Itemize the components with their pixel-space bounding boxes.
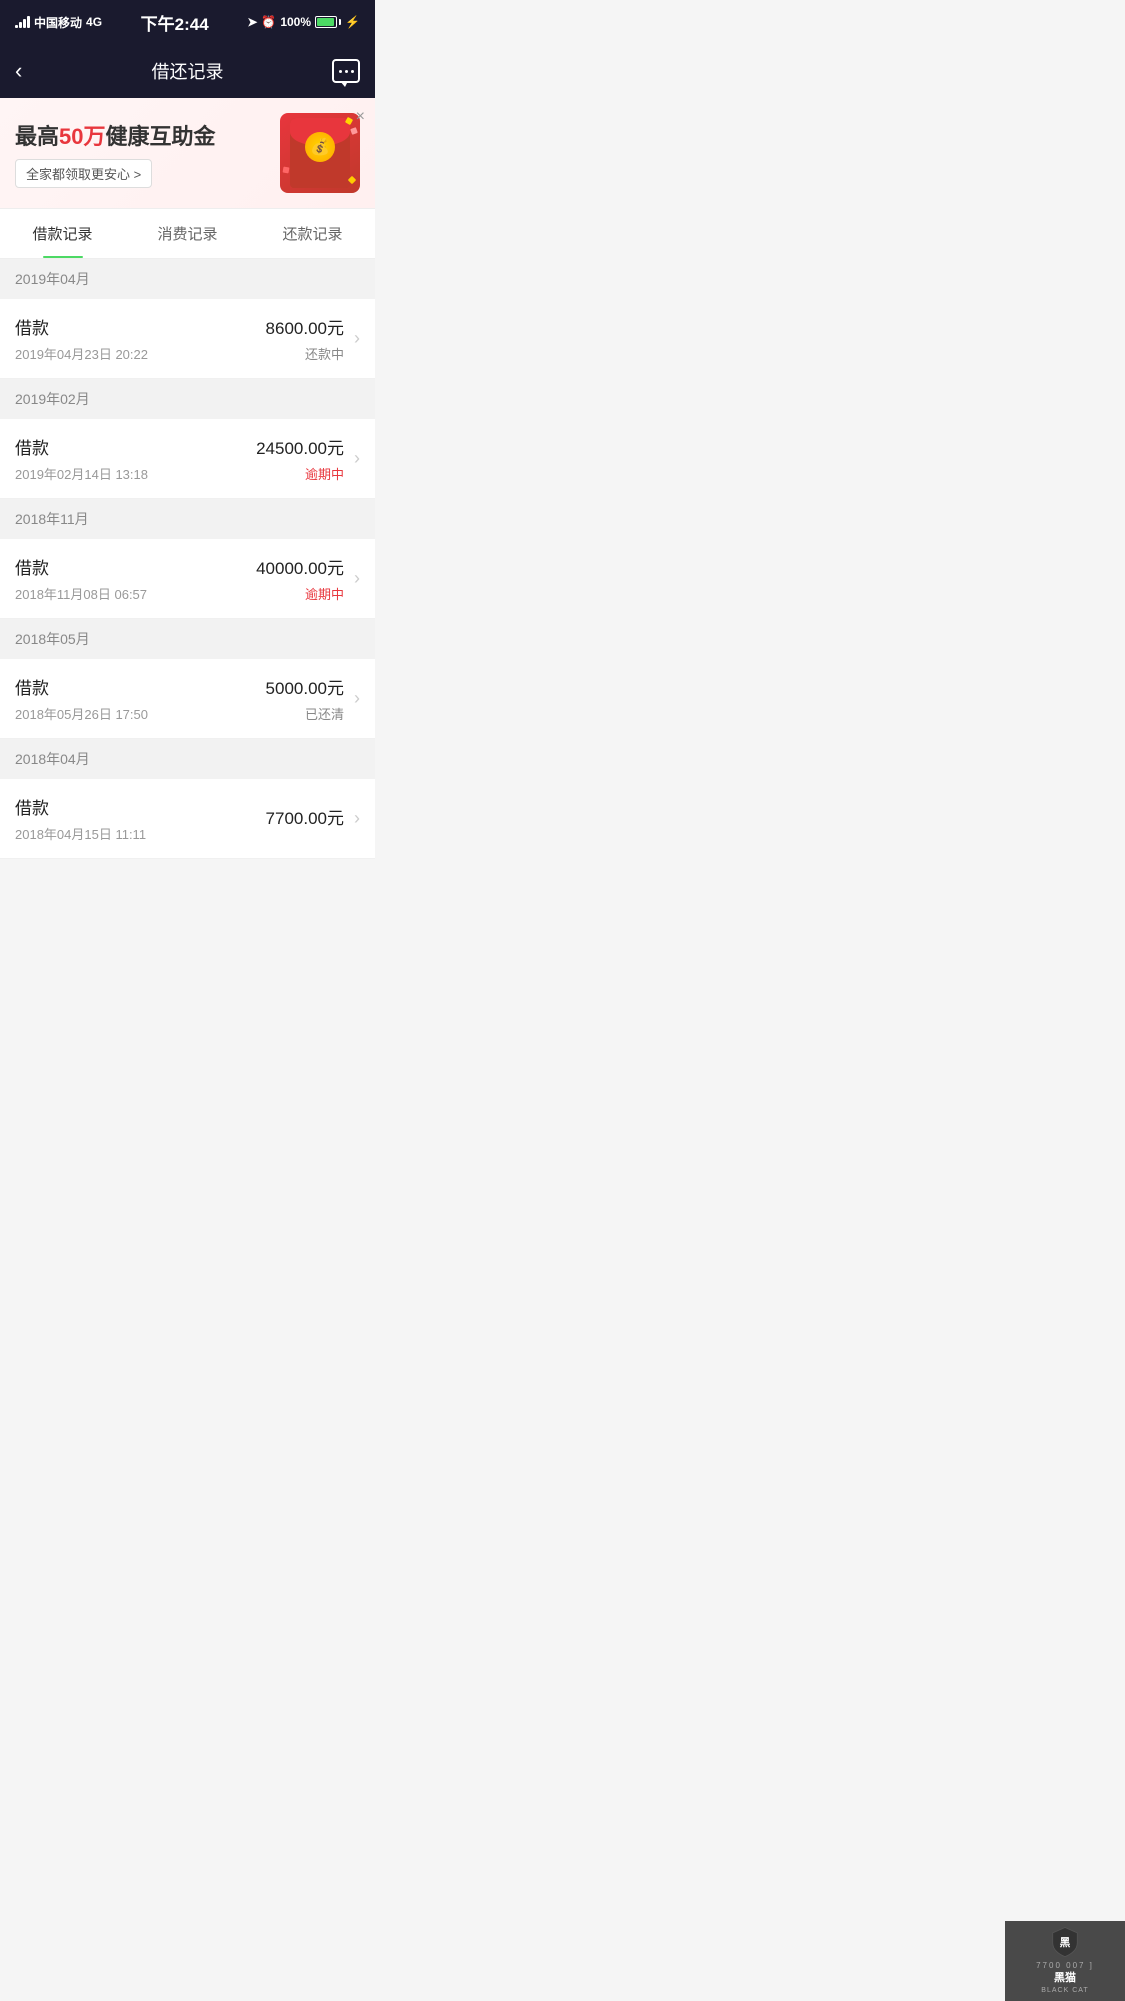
banner-image: 💰 <box>280 113 360 193</box>
banner-main-text: 最高50万健康互助金 <box>15 119 216 151</box>
record-date: 2018年11月08日 06:57 <box>15 584 147 603</box>
record-left: 借款 2019年04月23日 20:22 <box>15 314 148 363</box>
record-right-info: 5000.00元 已还清 <box>266 674 344 723</box>
nav-bar: ‹ 借还记录 <box>0 44 375 98</box>
envelope-gold-seal: 💰 <box>305 132 335 162</box>
alarm-icon: ⏰ <box>261 15 276 29</box>
promo-banner[interactable]: 最高50万健康互助金 全家都领取更安心 > 💰 × <box>0 98 375 209</box>
svg-text:黑: 黑 <box>1060 1937 1071 1949</box>
record-right: 5000.00元 已还清 › <box>266 674 360 723</box>
signal-bars <box>15 16 30 28</box>
record-type: 借款 <box>15 674 148 699</box>
tab-repay-records[interactable]: 还款记录 <box>250 209 375 258</box>
watermark-brand: 黑猫 <box>1036 1971 1094 1986</box>
record-right-info: 40000.00元 逾期中 <box>256 554 344 603</box>
record-status: 逾期中 <box>256 464 344 483</box>
section-header-2018-05: 2018年05月 <box>0 619 375 659</box>
record-amount: 8600.00元 <box>266 314 344 339</box>
tab-consume-records[interactable]: 消费记录 <box>125 209 250 258</box>
record-type: 借款 <box>15 314 148 339</box>
chevron-right-icon: › <box>354 328 360 349</box>
record-left: 借款 2018年04月15日 11:11 <box>15 794 146 843</box>
status-time: 下午2:44 <box>141 10 209 35</box>
chevron-right-icon: › <box>354 688 360 709</box>
record-item[interactable]: 借款 2018年04月15日 11:11 7700.00元 › <box>0 779 375 859</box>
watermark-top-line: 7700 007 ] <box>1036 1960 1094 1971</box>
section-header-2019-02: 2019年02月 <box>0 379 375 419</box>
record-date: 2018年04月15日 11:11 <box>15 824 146 843</box>
status-bar: 中国移动 4G 下午2:44 ➤ ⏰ 100% ⚡ <box>0 0 375 44</box>
record-right-info: 7700.00元 <box>266 804 344 834</box>
chevron-right-icon: › <box>354 448 360 469</box>
banner-sub-text[interactable]: 全家都领取更安心 > <box>15 159 152 188</box>
record-amount: 7700.00元 <box>266 804 344 829</box>
location-icon: ➤ <box>247 15 257 29</box>
record-status: 还款中 <box>266 344 344 363</box>
tab-loan-records[interactable]: 借款记录 <box>0 209 125 258</box>
record-right: 40000.00元 逾期中 › <box>256 554 360 603</box>
record-amount: 40000.00元 <box>256 554 344 579</box>
section-header-2018-04: 2018年04月 <box>0 739 375 779</box>
chat-icon <box>332 59 360 83</box>
record-right: 8600.00元 还款中 › <box>266 314 360 363</box>
record-status: 逾期中 <box>256 584 344 603</box>
watermark-text: 7700 007 ] 黑猫 BLACK CAT <box>1036 1960 1094 1996</box>
record-right: 7700.00元 › <box>266 804 360 834</box>
network-label: 4G <box>86 15 102 29</box>
back-button[interactable]: ‹ <box>15 58 45 84</box>
chevron-right-icon: › <box>354 808 360 829</box>
record-item[interactable]: 借款 2019年04月23日 20:22 8600.00元 还款中 › <box>0 299 375 379</box>
record-left: 借款 2018年11月08日 06:57 <box>15 554 147 603</box>
charging-icon: ⚡ <box>345 15 360 29</box>
record-item[interactable]: 借款 2019年02月14日 13:18 24500.00元 逾期中 › <box>0 419 375 499</box>
watermark-brand-en: BLACK CAT <box>1036 1986 1094 1996</box>
record-status: 已还清 <box>266 704 344 723</box>
battery-percent: 100% <box>280 15 311 29</box>
record-right-info: 8600.00元 还款中 <box>266 314 344 363</box>
record-amount: 24500.00元 <box>256 434 344 459</box>
tabs-bar: 借款记录 消费记录 还款记录 <box>0 209 375 259</box>
record-type: 借款 <box>15 434 148 459</box>
record-date: 2019年02月14日 13:18 <box>15 464 148 483</box>
record-right-info: 24500.00元 逾期中 <box>256 434 344 483</box>
chat-button[interactable] <box>330 59 360 83</box>
record-amount: 5000.00元 <box>266 674 344 699</box>
record-date: 2019年04月23日 20:22 <box>15 344 148 363</box>
banner-close-button[interactable]: × <box>356 108 365 126</box>
chat-icon-dots <box>339 70 354 73</box>
record-type: 借款 <box>15 794 146 819</box>
battery-indicator <box>315 16 341 28</box>
status-left: 中国移动 4G <box>15 14 102 31</box>
record-item[interactable]: 借款 2018年05月26日 17:50 5000.00元 已还清 › <box>0 659 375 739</box>
section-header-2018-11: 2018年11月 <box>0 499 375 539</box>
watermark: 黑 7700 007 ] 黑猫 BLACK CAT <box>1005 1921 1125 2001</box>
carrier-label: 中国移动 <box>34 14 82 31</box>
status-right: ➤ ⏰ 100% ⚡ <box>247 15 360 29</box>
section-header-2019-04: 2019年04月 <box>0 259 375 299</box>
record-left: 借款 2019年02月14日 13:18 <box>15 434 148 483</box>
chevron-right-icon: › <box>354 568 360 589</box>
record-item[interactable]: 借款 2018年11月08日 06:57 40000.00元 逾期中 › <box>0 539 375 619</box>
page-title: 借还记录 <box>152 58 224 84</box>
record-left: 借款 2018年05月26日 17:50 <box>15 674 148 723</box>
record-type: 借款 <box>15 554 147 579</box>
record-right: 24500.00元 逾期中 › <box>256 434 360 483</box>
records-list: 2019年04月 借款 2019年04月23日 20:22 8600.00元 还… <box>0 259 375 859</box>
shield-icon: 黑 <box>1047 1926 1083 1957</box>
record-date: 2018年05月26日 17:50 <box>15 704 148 723</box>
banner-text: 最高50万健康互助金 全家都领取更安心 > <box>15 119 216 188</box>
